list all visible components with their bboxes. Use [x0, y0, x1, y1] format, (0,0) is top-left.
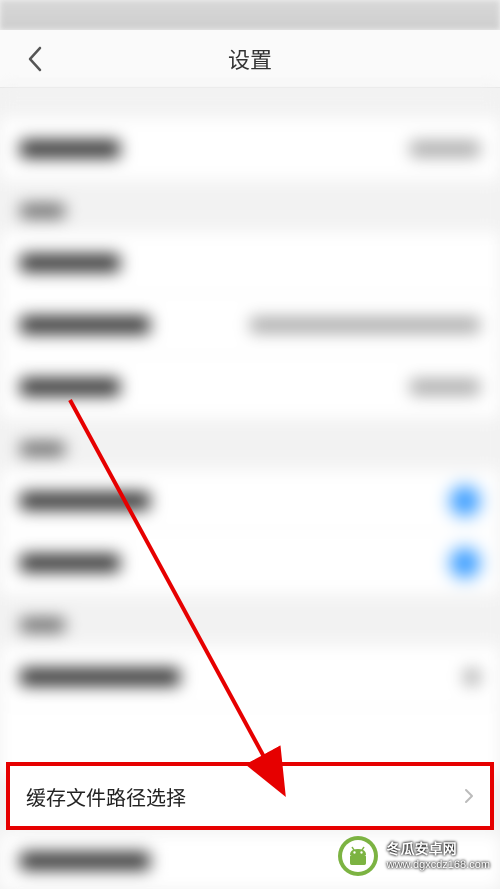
watermark-text: 冬瓜安卓网 www.dgxcdz168.com	[387, 840, 490, 872]
watermark-logo-icon	[337, 835, 379, 877]
chevron-left-icon	[26, 45, 44, 73]
cache-path-label: 缓存文件路径选择	[26, 782, 186, 811]
watermark: 冬瓜安卓网 www.dgxcdz168.com	[337, 835, 490, 877]
settings-content-blurred	[0, 88, 500, 776]
back-button[interactable]	[20, 44, 50, 74]
watermark-title: 冬瓜安卓网	[387, 840, 457, 858]
page-title: 设置	[228, 43, 272, 75]
navigation-bar: 设置	[0, 30, 500, 88]
watermark-url: www.dgxcdz168.com	[387, 858, 490, 872]
chevron-right-icon	[464, 788, 474, 804]
cache-path-setting-row[interactable]: 缓存文件路径选择	[6, 762, 494, 830]
status-bar	[0, 0, 500, 30]
